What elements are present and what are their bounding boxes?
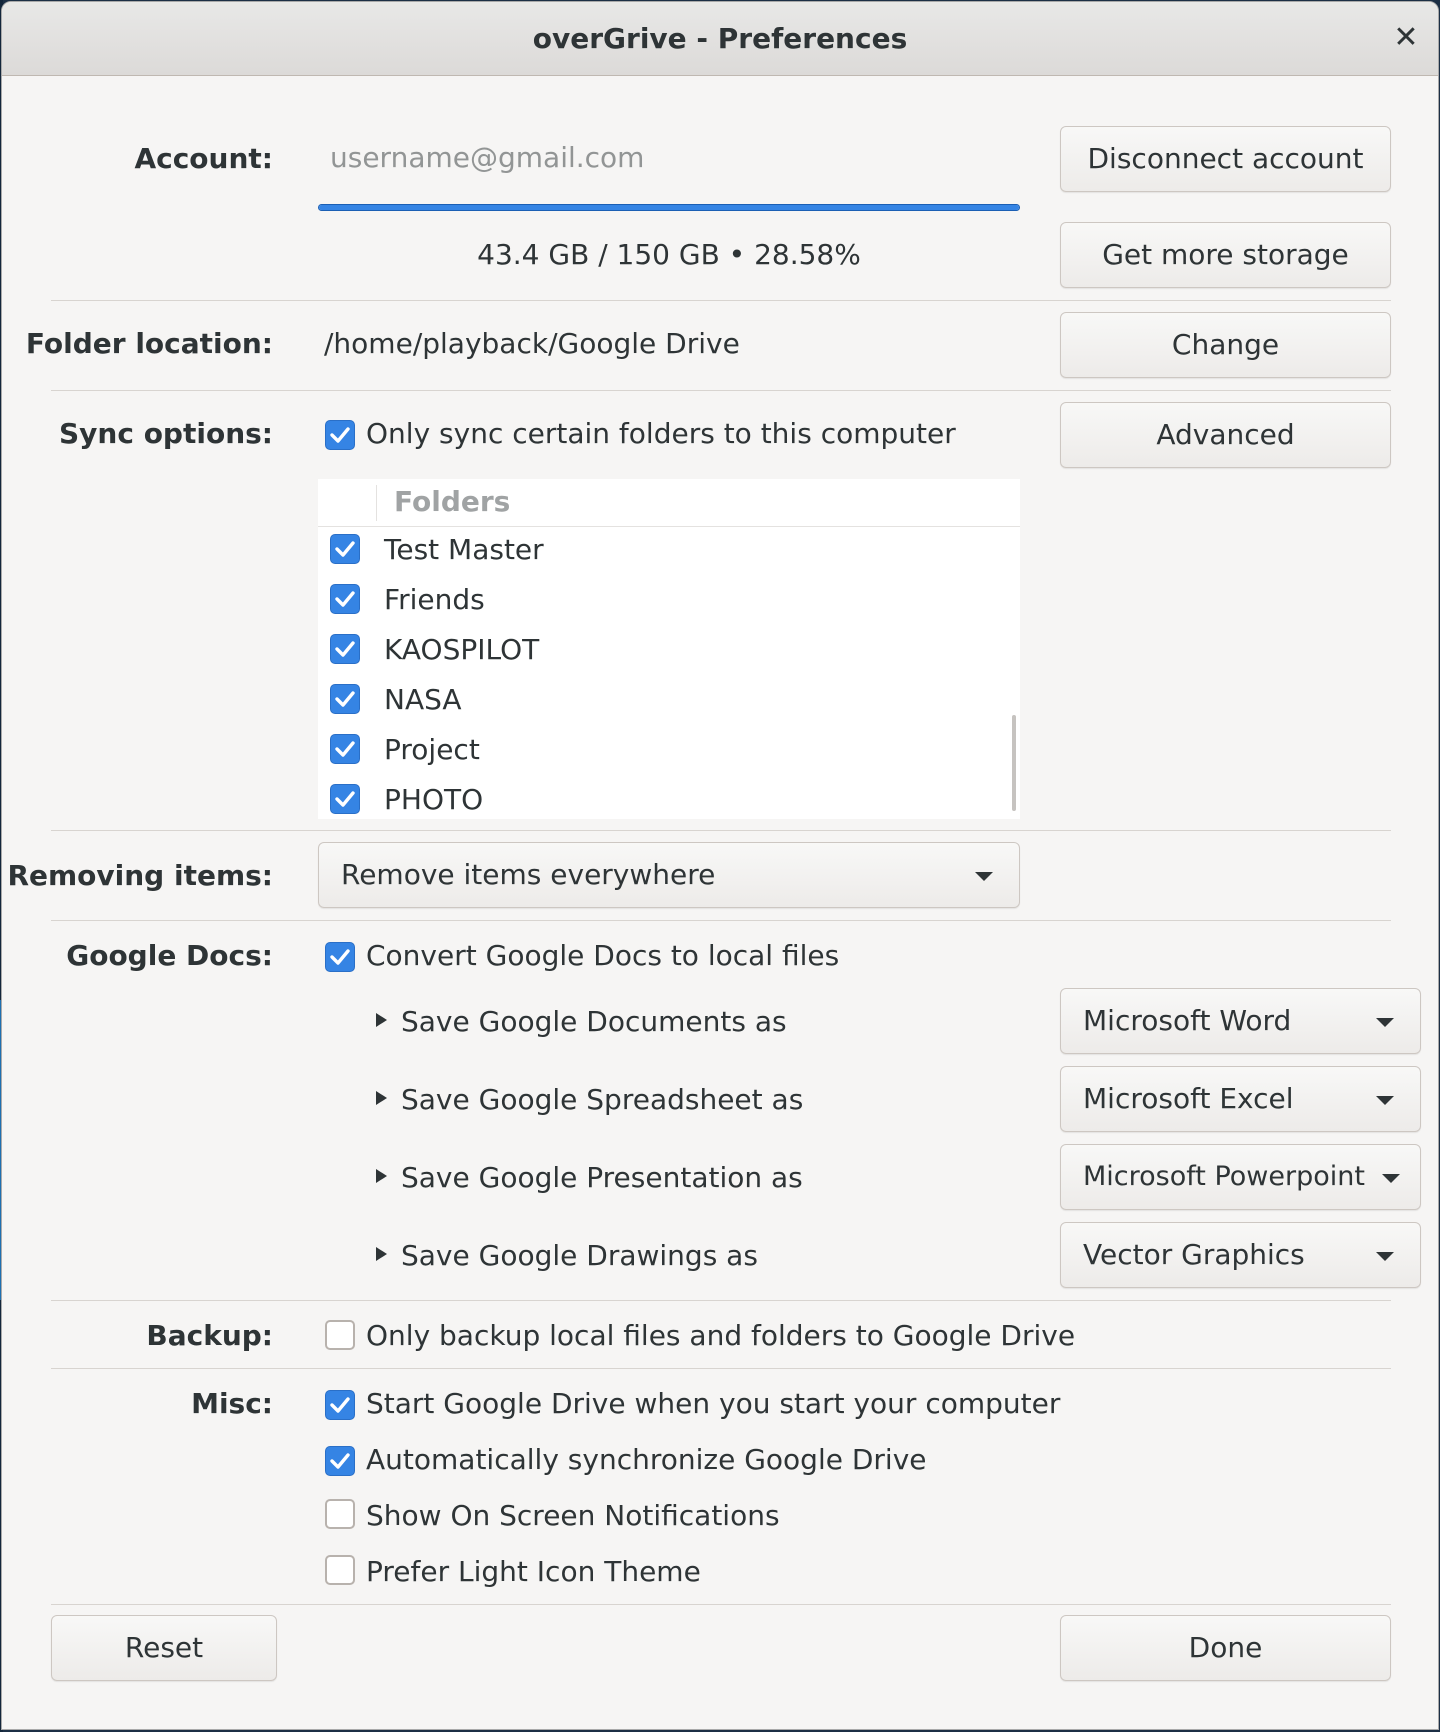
- close-button[interactable]: ✕: [1384, 16, 1428, 60]
- backup-label: Backup:: [146, 1319, 273, 1352]
- checkmark-icon: [335, 741, 355, 757]
- checkmark-icon: [330, 949, 350, 965]
- folder-checkbox[interactable]: [330, 784, 360, 814]
- sync-options-label: Sync options:: [59, 417, 273, 450]
- checkmark-icon: [335, 691, 355, 707]
- only-backup-label: Only backup local files and folders to G…: [366, 1319, 1076, 1352]
- only-sync-certain-label: Only sync certain folders to this comput…: [366, 417, 956, 450]
- folder-path: /home/playback/Google Drive: [324, 327, 740, 360]
- bullet-triangle-icon: [376, 1091, 387, 1105]
- documents-format-value: Microsoft Word: [1083, 1004, 1292, 1037]
- bullet-triangle-icon: [376, 1247, 387, 1261]
- presentation-format-value: Microsoft Powerpoint: [1083, 1161, 1365, 1192]
- only-backup-checkbox[interactable]: [325, 1320, 355, 1350]
- folder-row[interactable]: Project: [318, 727, 1020, 777]
- notifications-label: Show On Screen Notifications: [366, 1499, 780, 1532]
- folder-name: NASA: [384, 683, 462, 716]
- checkmark-icon: [330, 1397, 350, 1413]
- get-more-storage-button[interactable]: Get more storage: [1060, 222, 1391, 288]
- convert-google-docs-label: Convert Google Docs to local files: [366, 939, 840, 972]
- convert-google-docs-checkbox[interactable]: [325, 942, 355, 972]
- save-spreadsheet-label: Save Google Spreadsheet as: [376, 1083, 803, 1116]
- folder-row[interactable]: Test Master: [318, 527, 1020, 577]
- spreadsheet-format-dropdown[interactable]: Microsoft Excel: [1060, 1066, 1421, 1132]
- folders-list[interactable]: Folders Test Master Friends KAOSPILOT NA…: [318, 479, 1020, 819]
- done-button[interactable]: Done: [1060, 1615, 1391, 1681]
- folder-checkbox[interactable]: [330, 684, 360, 714]
- misc-label: Misc:: [191, 1387, 273, 1420]
- storage-progress-fill: [319, 205, 1019, 210]
- start-on-login-checkbox[interactable]: [325, 1390, 355, 1420]
- folder-row[interactable]: PHOTO: [318, 777, 1020, 819]
- storage-usage-text: 43.4 GB / 150 GB • 28.58%: [477, 238, 861, 271]
- only-sync-certain-checkbox[interactable]: [325, 420, 355, 450]
- bullet-triangle-icon: [376, 1169, 387, 1183]
- preferences-window: overGrive - Preferences ✕ Account: usern…: [1, 1, 1439, 1730]
- checkmark-icon: [330, 427, 350, 443]
- chevron-down-icon: [1376, 1018, 1394, 1027]
- folder-location-label: Folder location:: [25, 327, 273, 360]
- presentation-format-dropdown[interactable]: Microsoft Powerpoint: [1060, 1144, 1421, 1210]
- folder-checkbox[interactable]: [330, 734, 360, 764]
- documents-format-dropdown[interactable]: Microsoft Word: [1060, 988, 1421, 1054]
- folder-checkbox[interactable]: [330, 534, 360, 564]
- separator: [51, 920, 1391, 921]
- account-email-field[interactable]: username@gmail.com: [318, 128, 1020, 188]
- chevron-down-icon: [975, 872, 993, 881]
- auto-sync-label: Automatically synchronize Google Drive: [366, 1443, 927, 1476]
- save-presentation-label: Save Google Presentation as: [376, 1161, 803, 1194]
- advanced-button[interactable]: Advanced: [1060, 402, 1391, 468]
- separator: [51, 830, 1391, 831]
- folder-row[interactable]: Friends: [318, 577, 1020, 627]
- save-documents-label: Save Google Documents as: [376, 1005, 787, 1038]
- chevron-down-icon: [1382, 1174, 1400, 1183]
- save-drawings-label: Save Google Drawings as: [376, 1239, 758, 1272]
- folder-name: Friends: [384, 583, 485, 616]
- drawings-format-value: Vector Graphics: [1083, 1238, 1305, 1271]
- separator: [51, 390, 1391, 391]
- checkmark-icon: [335, 591, 355, 607]
- light-icon-theme-label: Prefer Light Icon Theme: [366, 1555, 701, 1588]
- notifications-checkbox[interactable]: [325, 1499, 355, 1529]
- folders-scrollbar[interactable]: [1012, 715, 1016, 811]
- change-folder-button[interactable]: Change: [1060, 312, 1391, 378]
- separator: [51, 1300, 1391, 1301]
- chevron-down-icon: [1376, 1096, 1394, 1105]
- auto-sync-checkbox[interactable]: [325, 1446, 355, 1476]
- disconnect-account-button[interactable]: Disconnect account: [1060, 126, 1391, 192]
- folder-checkbox[interactable]: [330, 634, 360, 664]
- removing-items-label: Removing items:: [7, 859, 273, 892]
- google-docs-label: Google Docs:: [66, 939, 273, 972]
- folder-name: Test Master: [384, 533, 544, 566]
- folder-name: KAOSPILOT: [384, 633, 540, 666]
- separator: [51, 1604, 1391, 1605]
- reset-button[interactable]: Reset: [51, 1615, 277, 1681]
- storage-progress-bar: [318, 204, 1020, 211]
- checkmark-icon: [330, 1453, 350, 1469]
- chevron-down-icon: [1376, 1252, 1394, 1261]
- bullet-triangle-icon: [376, 1013, 387, 1027]
- checkmark-icon: [335, 641, 355, 657]
- folder-name: Project: [384, 733, 480, 766]
- separator: [51, 1368, 1391, 1369]
- window-title: overGrive - Preferences: [532, 22, 908, 55]
- folders-header-label: Folders: [394, 485, 511, 518]
- folder-row[interactable]: KAOSPILOT: [318, 627, 1020, 677]
- separator: [51, 300, 1391, 301]
- removing-items-dropdown[interactable]: Remove items everywhere: [318, 842, 1020, 908]
- close-icon: ✕: [1393, 20, 1419, 55]
- title-bar: overGrive - Preferences ✕: [2, 2, 1438, 76]
- light-icon-theme-checkbox[interactable]: [325, 1555, 355, 1585]
- folder-row[interactable]: NASA: [318, 677, 1020, 727]
- removing-items-value: Remove items everywhere: [341, 858, 716, 891]
- account-label: Account:: [134, 142, 273, 175]
- folders-column-header: Folders: [318, 479, 1020, 527]
- folder-checkbox[interactable]: [330, 584, 360, 614]
- drawings-format-dropdown[interactable]: Vector Graphics: [1060, 1222, 1421, 1288]
- checkmark-icon: [335, 541, 355, 557]
- folder-name: PHOTO: [384, 783, 484, 816]
- start-on-login-label: Start Google Drive when you start your c…: [366, 1387, 1061, 1420]
- checkmark-icon: [335, 791, 355, 807]
- spreadsheet-format-value: Microsoft Excel: [1083, 1082, 1294, 1115]
